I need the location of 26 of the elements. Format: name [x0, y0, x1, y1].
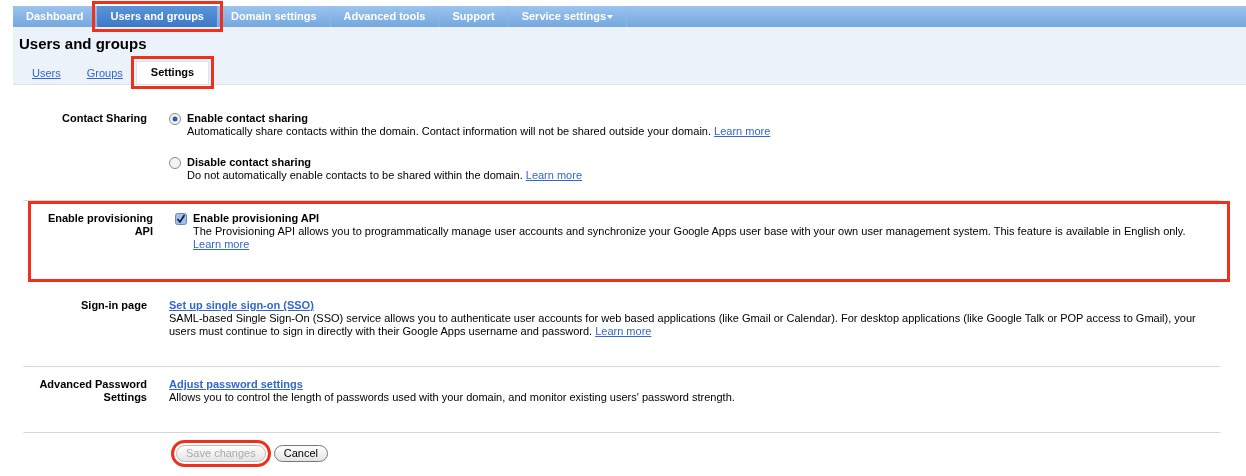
learn-more-link[interactable]: Learn more — [525, 169, 583, 181]
radio-button[interactable] — [169, 157, 181, 169]
setting-label: Contact Sharing — [61, 112, 148, 126]
setting-link[interactable]: Adjust password settings — [169, 378, 303, 390]
checkbox[interactable] — [175, 213, 187, 225]
radio-button[interactable] — [169, 113, 181, 125]
learn-more-link[interactable]: Learn more — [595, 325, 652, 337]
description: Automatically share contacts within the domain. Contact information will not be shared outside your domain. Learn more — [187, 125, 771, 138]
option-title: Disable contact sharing — [187, 156, 313, 169]
setting-label: Enable provisioning API — [46, 212, 154, 239]
sub-tab[interactable]: Groups — [73, 65, 136, 83]
description: The Provisioning API allows you to programmatically manage user accounts and synchronize your Google Apps user base with your own user management system. This feature is available in English only. Learn more — [193, 225, 1186, 251]
description: Do not automatically enable contacts to be shared within the domain. Learn more — [187, 169, 583, 182]
option-title: Enable provisioning API — [193, 212, 321, 225]
option-title: Enable contact sharing — [187, 112, 310, 125]
page-title: Users and groups — [19, 37, 148, 50]
action-button[interactable]: Cancel — [273, 445, 328, 462]
setting-label: Advanced Password Settings — [38, 378, 148, 405]
learn-more-link[interactable]: Learn more — [714, 125, 771, 137]
caret-icon — [607, 15, 614, 20]
setting-link[interactable]: Set up single sign-on (SSO) — [169, 299, 314, 311]
sub-tab[interactable]: Users — [19, 65, 74, 83]
description: Allows you to control the length of passwords used with your domain, and monitor existing users' password strength. — [169, 391, 736, 404]
setting-label: Sign-in page — [80, 299, 148, 313]
learn-more-link[interactable]: Learn more — [193, 238, 250, 251]
description: SAML-based Single Sign-On (SSO) service allows you to authenticate user accounts for web based applications (like Gmail or Calendar). For desktop applications (like Google Talk or POP access to Gmail), your users must continue to sign in directly with their Google Apps username and password. Learn more — [169, 312, 1197, 338]
